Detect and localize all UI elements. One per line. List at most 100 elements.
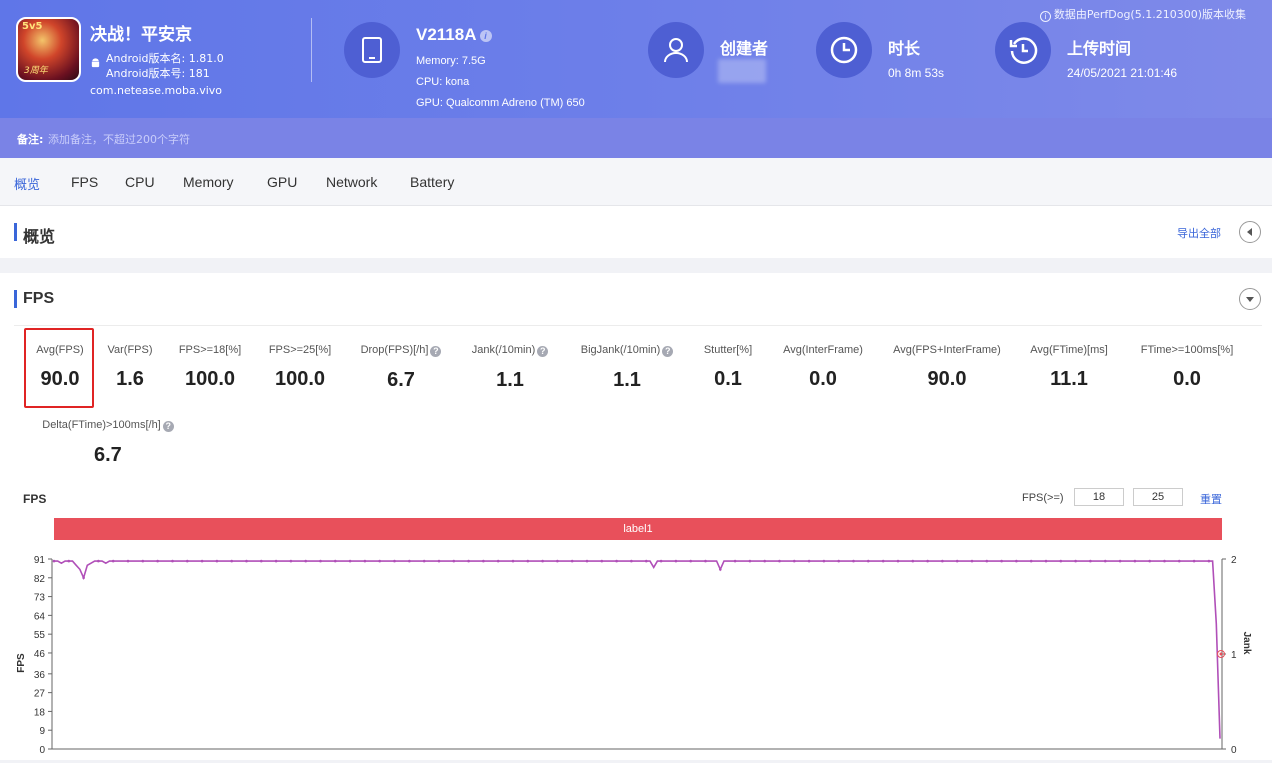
metric-delta-ftime: Delta(FTime)>100ms[/h]? 6.7 bbox=[32, 419, 184, 467]
fps-data-point bbox=[126, 559, 130, 563]
fps-data-point bbox=[748, 559, 752, 563]
metric-label: FPS>=25[%] bbox=[268, 344, 332, 356]
reset-button[interactable]: 重置 bbox=[1200, 491, 1222, 507]
fps-chart-title: FPS bbox=[23, 492, 47, 506]
help-icon[interactable]: ? bbox=[537, 346, 549, 357]
data-source-note: i 数据由PerfDog(5.1.210300)版本收集 bbox=[1039, 6, 1246, 22]
fps-data-point bbox=[881, 559, 885, 563]
fps-data-point bbox=[941, 559, 944, 563]
fps-data-point bbox=[1163, 559, 1166, 563]
report-header: 5v5 3周年 决战！平安京 Android版本名: 1.81.0 Androi… bbox=[0, 0, 1272, 118]
device-gpu: GPU: Qualcomm Adreno (TM) 650 bbox=[416, 97, 585, 109]
fps-data-point bbox=[852, 559, 855, 563]
fps-data-point bbox=[615, 559, 618, 563]
metric-value: 11.1 bbox=[1050, 368, 1088, 390]
fps-data-point bbox=[1074, 559, 1077, 563]
metric-label: Avg(FPS+InterFrame) bbox=[893, 344, 1001, 356]
y2-tick-label: 1 bbox=[1231, 650, 1237, 661]
fps-data-point bbox=[1192, 559, 1196, 563]
android-version-code: Android版本号: 181 bbox=[106, 67, 210, 80]
app-icon: 5v5 3周年 bbox=[16, 17, 81, 82]
fps-data-point bbox=[896, 559, 900, 563]
fps-data-point bbox=[186, 559, 189, 563]
fps-data-point bbox=[156, 559, 159, 563]
device-info-icon[interactable]: i bbox=[479, 29, 492, 42]
tab-fps[interactable]: FPS bbox=[71, 174, 98, 190]
fps-data-point bbox=[556, 559, 559, 563]
fps-data-point bbox=[585, 559, 589, 563]
upload-time-label: 上传时间 bbox=[1067, 39, 1132, 58]
metric-value: 1.1 bbox=[496, 369, 524, 391]
triangle-down-icon bbox=[1246, 297, 1254, 302]
metric-label: BigJank(/10min) bbox=[580, 344, 661, 356]
fps-data-point bbox=[319, 559, 322, 563]
fps-data-point bbox=[1089, 559, 1092, 563]
fps-data-point bbox=[822, 559, 826, 563]
fps-data-point bbox=[1148, 559, 1151, 563]
collapse-button[interactable] bbox=[1239, 221, 1261, 243]
fps-data-point bbox=[348, 559, 352, 563]
fps-line-chart[interactable]: 0 9 18 27 36 46 55 64 73 82 91 0 1 2 FPS Jank bbox=[0, 543, 1272, 763]
fps-data-point bbox=[1059, 559, 1063, 563]
fps-data-point bbox=[52, 559, 56, 563]
fps-data-point bbox=[674, 559, 678, 563]
metric-ftime-ge-100ms: FTime>=100ms[%] 0.0 bbox=[1132, 344, 1242, 391]
metric-avg-fps-interframe: Avg(FPS+InterFrame) 90.0 bbox=[886, 344, 1008, 391]
help-icon[interactable]: ? bbox=[162, 421, 174, 432]
header-divider bbox=[311, 18, 312, 82]
divider bbox=[14, 325, 1262, 326]
y-tick-label: 91 bbox=[34, 555, 46, 566]
triangle-left-icon bbox=[1247, 228, 1252, 236]
fps-data-point bbox=[645, 559, 648, 563]
tab-bar: 概览 FPS CPU Memory GPU Network Battery bbox=[0, 158, 1272, 206]
metric-value: 0.0 bbox=[1173, 368, 1201, 390]
tab-network[interactable]: Network bbox=[326, 174, 377, 190]
clock-icon bbox=[816, 22, 872, 78]
tab-gpu[interactable]: GPU bbox=[267, 174, 297, 190]
fps-data-point bbox=[171, 559, 174, 563]
fps-data-point bbox=[1000, 559, 1003, 563]
tab-battery[interactable]: Battery bbox=[410, 174, 454, 190]
fps-data-point bbox=[659, 559, 663, 563]
tab-overview[interactable]: 概览 bbox=[14, 174, 40, 193]
metric-label: Drop(FPS)[/h] bbox=[360, 344, 429, 356]
fps-data-point bbox=[230, 559, 233, 563]
y2-tick-label: 0 bbox=[1231, 745, 1237, 756]
export-all-button[interactable]: 导出全部 bbox=[1177, 225, 1221, 241]
fps-threshold-label: FPS(>=) bbox=[1022, 492, 1064, 504]
y2-tick-label: 2 bbox=[1231, 555, 1237, 566]
fps-data-point bbox=[1133, 559, 1137, 563]
remark-input[interactable]: 添加备注，不超过200个字符 bbox=[48, 131, 190, 147]
device-cpu: CPU: kona bbox=[416, 76, 470, 88]
fps-data-point bbox=[1207, 559, 1211, 563]
fps-data-point bbox=[141, 559, 145, 563]
fps-data-point bbox=[452, 559, 456, 563]
fps-data-point bbox=[422, 559, 426, 563]
help-icon[interactable]: ? bbox=[662, 346, 674, 357]
fps-data-point bbox=[600, 559, 604, 563]
fps-data-point bbox=[496, 559, 500, 563]
tab-cpu[interactable]: CPU bbox=[125, 174, 155, 190]
y-tick-label: 0 bbox=[39, 745, 45, 756]
y-tick-label: 36 bbox=[34, 670, 46, 681]
help-icon[interactable]: ? bbox=[430, 346, 442, 357]
user-icon bbox=[648, 22, 704, 78]
fps-data-point bbox=[363, 559, 367, 563]
tab-memory[interactable]: Memory bbox=[183, 174, 234, 190]
y-axis-label: FPS bbox=[16, 653, 27, 673]
metric-value: 0.0 bbox=[809, 368, 837, 390]
fps-threshold-input-1[interactable] bbox=[1074, 488, 1124, 506]
fps-section: FPS Avg(FPS) 90.0 Var(FPS) 1.6 FPS>=18[%… bbox=[0, 273, 1272, 760]
fps-data-point bbox=[437, 559, 441, 563]
fps-data-point bbox=[260, 559, 263, 563]
fps-data-point bbox=[1029, 559, 1033, 563]
fps-data-point bbox=[719, 568, 722, 571]
android-icon bbox=[91, 58, 100, 68]
fps-threshold-input-2[interactable] bbox=[1133, 488, 1183, 506]
y-tick-label: 18 bbox=[34, 707, 46, 718]
fps-data-point bbox=[541, 559, 544, 563]
label-bar[interactable]: label1 bbox=[54, 518, 1222, 540]
duration-value: 0h 8m 53s bbox=[888, 66, 945, 80]
upload-time-value: 24/05/2021 21:01:46 bbox=[1067, 66, 1178, 80]
expand-button[interactable] bbox=[1239, 288, 1261, 310]
